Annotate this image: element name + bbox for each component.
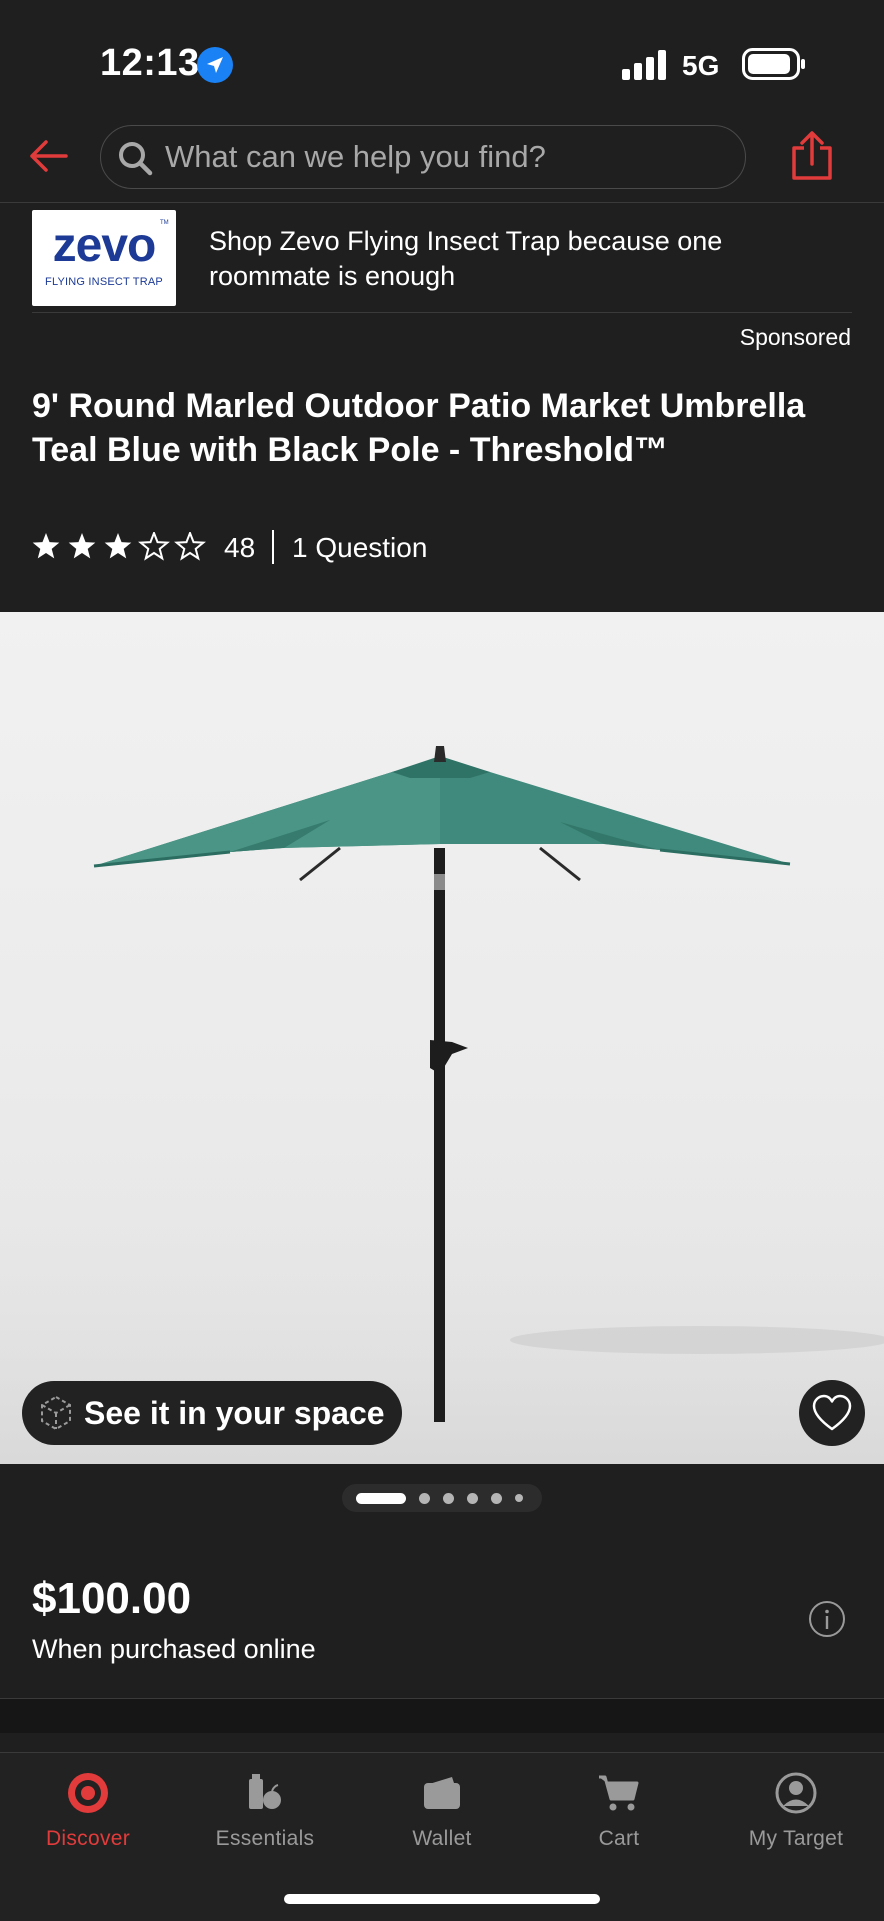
tab-label: Essentials (215, 1827, 315, 1850)
tab-cart[interactable]: Cart (531, 1753, 707, 1873)
search-icon (119, 142, 153, 176)
carousel-dot[interactable] (467, 1493, 478, 1504)
star-full-icon (104, 533, 132, 559)
tab-discover[interactable]: Discover (0, 1753, 176, 1873)
essentials-grocery-icon (249, 1774, 281, 1809)
tab-wallet[interactable]: Wallet (354, 1753, 530, 1873)
umbrella-image (0, 746, 884, 1464)
sponsored-label: Sponsored (739, 324, 851, 350)
carousel-dot[interactable] (491, 1493, 502, 1504)
cart-icon (599, 1775, 639, 1811)
questions-link[interactable]: 1 Question (292, 532, 427, 564)
rating-divider (272, 530, 274, 564)
section-separator (0, 1699, 884, 1733)
carousel-dot-active[interactable] (356, 1493, 406, 1504)
search-bar[interactable] (100, 125, 746, 189)
star-empty-icon (174, 532, 206, 561)
search-input[interactable] (165, 126, 725, 188)
zevo-logo: zevo TM FLYING INSECT TRAP (32, 210, 176, 306)
carousel-dot[interactable] (419, 1493, 430, 1504)
wallet-icon (424, 1777, 460, 1809)
search-header (0, 120, 884, 203)
tab-label: My Target (748, 1827, 844, 1850)
user-profile-icon (775, 1772, 817, 1814)
sponsored-ad[interactable]: zevo TM FLYING INSECT TRAP Shop Zevo Fly… (32, 208, 852, 313)
favorite-button[interactable] (799, 1380, 865, 1446)
image-carousel-dots[interactable] (342, 1484, 542, 1512)
tab-label: Wallet (412, 1827, 472, 1850)
info-icon[interactable] (808, 1600, 846, 1638)
tab-label: Cart (598, 1827, 640, 1850)
product-image[interactable]: See it in your space (0, 612, 884, 1464)
signal-bars-icon (622, 50, 666, 80)
rating-row: 48 1 Question (32, 528, 732, 568)
price: $100.00 (32, 1574, 192, 1623)
status-bar: 12:13 5G (0, 0, 884, 120)
ad-text[interactable]: Shop Zevo Flying Insect Trap because one… (209, 224, 829, 294)
status-time: 12:13 (100, 42, 200, 84)
price-note: When purchased online (32, 1634, 316, 1664)
ar-button-label: See it in your space (84, 1395, 385, 1431)
star-half-icon (138, 532, 170, 561)
heart-icon (812, 1394, 852, 1431)
target-bullseye-icon (68, 1773, 108, 1813)
tab-my-target[interactable]: My Target (708, 1753, 884, 1873)
ad-logo-subtext: FLYING INSECT TRAP (45, 276, 163, 288)
network-label: 5G (682, 50, 720, 81)
ad-logo-word: zevo (52, 219, 157, 272)
carousel-dot[interactable] (515, 1494, 523, 1502)
home-indicator (284, 1894, 600, 1904)
tab-label: Discover (45, 1827, 131, 1850)
ad-logo-tm: TM (160, 220, 169, 226)
star-rating[interactable] (32, 532, 208, 562)
ar-cube-icon (41, 1395, 71, 1431)
battery-icon (742, 48, 805, 80)
tab-essentials[interactable]: Essentials (177, 1753, 353, 1873)
review-count[interactable]: 48 (224, 532, 255, 564)
star-full-icon (68, 533, 96, 559)
see-in-your-space-button[interactable]: See it in your space (22, 1381, 402, 1445)
carousel-dot[interactable] (443, 1493, 454, 1504)
location-arrow-icon (197, 47, 233, 83)
star-full-icon (32, 533, 60, 559)
product-title: 9' Round Marled Outdoor Patio Market Umb… (32, 387, 806, 469)
share-icon[interactable] (790, 130, 834, 182)
back-arrow-icon[interactable] (26, 134, 70, 178)
